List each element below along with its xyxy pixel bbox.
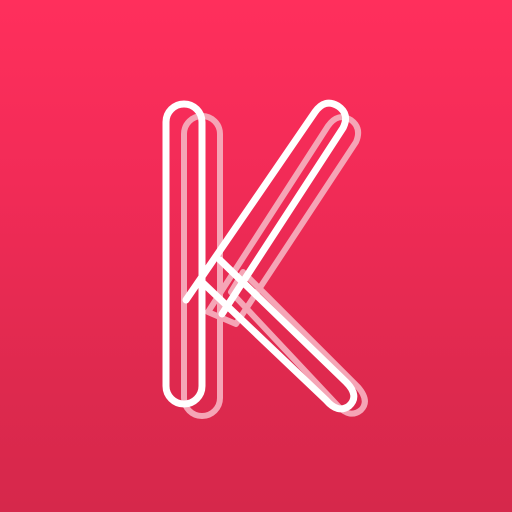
logo-main (162, 99, 358, 413)
letter-k-logo (162, 99, 368, 419)
app-icon (0, 0, 512, 512)
